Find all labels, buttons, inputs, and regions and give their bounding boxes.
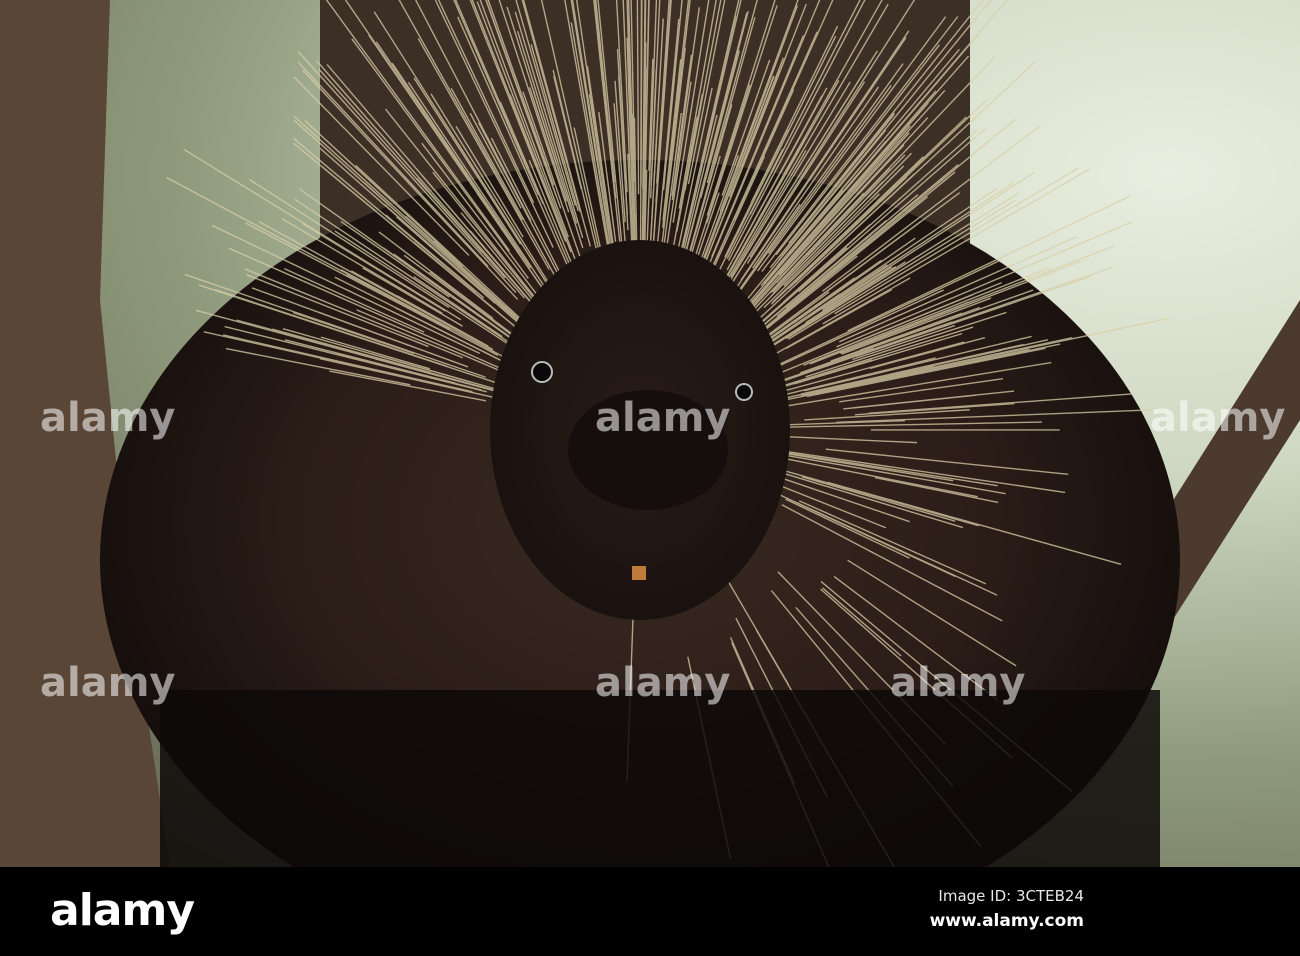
watermark: alamy (40, 395, 176, 441)
website-link[interactable]: www.alamy.com (930, 911, 1084, 931)
watermark: alamy (40, 660, 176, 706)
image-id: Image ID: 3CTEB24 (938, 887, 1084, 905)
teeth (632, 566, 646, 580)
left-eye (531, 361, 553, 383)
watermark: alamy (1150, 395, 1286, 441)
alamy-logo: alamy (50, 885, 195, 936)
watermark: alamy (595, 660, 731, 706)
quill (640, 0, 643, 186)
watermark: alamy (595, 395, 731, 441)
stock-photo-page: alamy alamy alamy alamy alamy alamy alam… (0, 0, 1300, 956)
watermark: alamy (890, 660, 1026, 706)
footer-bar: alamy Image ID: 3CTEB24 www.alamy.com (0, 867, 1300, 956)
right-eye (735, 383, 753, 401)
lower-shadow (160, 690, 1160, 867)
porcupine-photo: alamy alamy alamy alamy alamy alamy (0, 0, 1300, 867)
